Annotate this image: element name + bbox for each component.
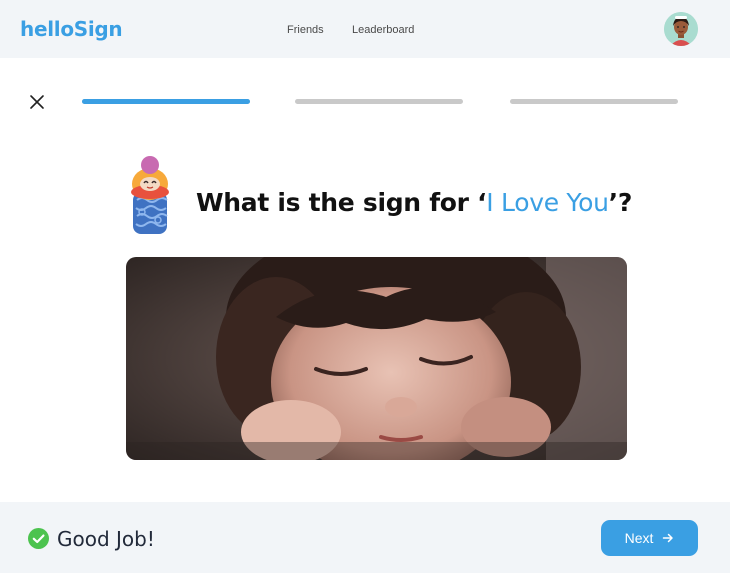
check-circle-icon (28, 528, 49, 549)
feedback-message: Good Job! (57, 527, 155, 551)
close-icon (30, 95, 44, 109)
brand-logo[interactable]: helloSign (20, 17, 123, 41)
feedback-footer: Good Job! Next (0, 502, 730, 573)
question-highlight-phrase: I Love You (486, 188, 609, 217)
close-lesson-button[interactable] (28, 93, 46, 111)
progress-segment-2 (295, 99, 463, 104)
mascot-illustration (131, 156, 169, 234)
arrow-right-icon (663, 533, 674, 543)
question-prefix: What is the sign for ‘ (196, 188, 487, 217)
top-nav-bar: helloSign Friends Leaderboard (0, 0, 730, 58)
sign-photo (126, 257, 627, 460)
nav-friends-link[interactable]: Friends (287, 24, 324, 36)
next-button[interactable]: Next (601, 520, 698, 556)
user-avatar[interactable] (664, 12, 698, 46)
progress-segment-3 (510, 99, 678, 104)
avatar-illustration (664, 12, 698, 46)
next-button-label: Next (624, 530, 654, 546)
child-photo-illustration (126, 257, 627, 460)
mascot-character (128, 154, 172, 236)
status-indicator (28, 528, 49, 549)
question-heading: What is the sign for ‘I Love You’? (196, 188, 632, 217)
progress-segment-1 (82, 99, 250, 104)
progress-fill-1 (82, 99, 250, 104)
nav-leaderboard-link[interactable]: Leaderboard (352, 24, 414, 36)
question-suffix: ’? (608, 188, 633, 217)
